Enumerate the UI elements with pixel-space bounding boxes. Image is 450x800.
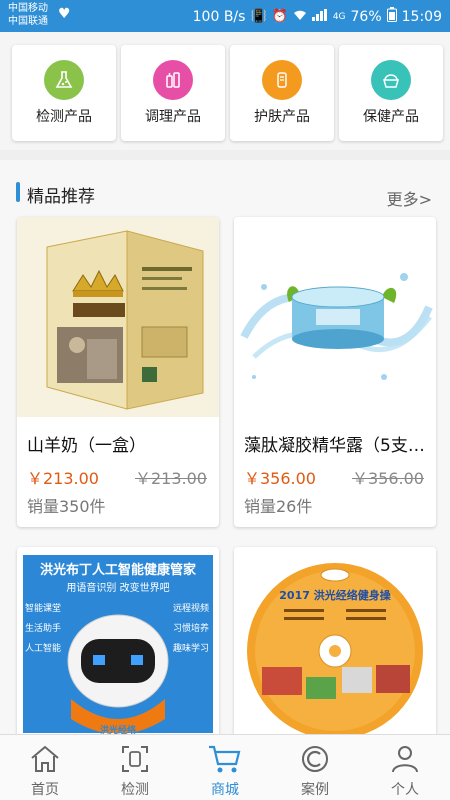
category-health[interactable]: 保健产品 (339, 45, 443, 141)
robot-illustration (67, 614, 169, 733)
product-old-price: ￥213.00 (135, 469, 207, 488)
section-title: 精品推荐 (27, 187, 95, 207)
case-icon (302, 746, 328, 772)
more-link[interactable]: 更多> (387, 186, 432, 210)
banner-brand: 洪光经络 (99, 726, 136, 734)
tab-detect[interactable]: 检测 (90, 735, 180, 800)
section-header: 精品推荐 更多> (0, 160, 450, 210)
feature-item: 智能课堂 (25, 604, 62, 614)
product-image-algae-gel (234, 217, 436, 417)
status-right: 100 B/s 📳 ⏰ 4G 76% 15:09 (193, 7, 442, 26)
product-price: ￥213.00 (27, 469, 99, 488)
carrier-1: 中国移动 (8, 3, 48, 14)
feature-item: 人工智能 (25, 644, 62, 654)
product-sales: 销量350件 (27, 497, 106, 516)
product-card[interactable]: 洪光布丁人工智能健康管家 用语音识别 改变世界吧 智能课堂 生活助手 人工智能 … (17, 547, 219, 734)
feature-item: 远程视频 (172, 604, 209, 614)
tab-label: 商城 (211, 782, 239, 798)
banner-subtitle: 用语音识别 改变世界吧 (66, 583, 170, 594)
cart-icon (209, 745, 241, 773)
feature-list-left: 智能课堂 生活助手 人工智能 (25, 599, 61, 659)
signal-icon (311, 8, 328, 25)
category-label: 护肤产品 (254, 109, 310, 125)
product-name: 山羊奶（一盒） (27, 436, 146, 456)
status-bar: 中国移动 中国联通 ♥ 100 B/s 📳 ⏰ 4G 76% 15:09 (0, 0, 450, 32)
cake-icon (371, 60, 411, 100)
category-skincare[interactable]: 护肤产品 (230, 45, 334, 141)
clock: 15:09 (401, 8, 442, 25)
tab-label: 案例 (301, 782, 329, 798)
category-testing[interactable]: 检测产品 (12, 45, 116, 141)
net-speed: 100 B/s (192, 8, 246, 25)
carrier-2: 中国联通 (8, 16, 48, 27)
battery-icon (386, 7, 397, 26)
tab-label: 首页 (31, 782, 59, 798)
network-type: 4G (332, 11, 346, 22)
cream-icon (262, 60, 302, 100)
feature-item: 习惯培养 (172, 624, 209, 634)
product-card[interactable]: 2017 洪光经络健身操 (234, 547, 436, 734)
product-old-price: ￥356.00 (352, 469, 424, 488)
vibrate-icon: 📳 (250, 9, 267, 24)
flask-icon (44, 60, 84, 100)
tab-label: 检测 (121, 782, 149, 798)
category-panel: 检测产品 调理产品 护肤产品 保健产品 (0, 32, 450, 150)
carrier-info: 中国移动 中国联通 (8, 2, 48, 28)
category-conditioning[interactable]: 调理产品 (121, 45, 225, 141)
bottom-tab-bar: 首页 检测 商城 案例 个人 (0, 734, 450, 800)
alarm-icon: ⏰ (271, 9, 288, 24)
banner-title: 洪光布丁人工智能健康管家 (39, 563, 196, 578)
category-label: 保健产品 (363, 109, 419, 125)
wifi-icon (293, 9, 307, 25)
tab-profile[interactable]: 个人 (360, 735, 450, 800)
disc-title: 2017 洪光经络健身操 (279, 589, 391, 602)
bottles-icon (153, 60, 193, 100)
product-image-dvd: 2017 洪光经络健身操 (234, 547, 436, 734)
feature-item: 趣味学习 (172, 644, 209, 654)
product-image-ai-robot: 洪光布丁人工智能健康管家 用语音识别 改变世界吧 智能课堂 生活助手 人工智能 … (17, 547, 219, 734)
category-label: 检测产品 (36, 109, 92, 125)
product-card[interactable]: 山羊奶（一盒） ￥213.00 ￥213.00 销量350件 (17, 217, 219, 527)
feature-item: 生活助手 (25, 624, 62, 634)
person-icon (392, 746, 418, 773)
product-price: ￥356.00 (244, 469, 316, 488)
tab-cases[interactable]: 案例 (270, 735, 360, 800)
feature-list-right: 远程视频 习惯培养 趣味学习 (173, 599, 209, 659)
tab-label: 个人 (391, 782, 419, 798)
tab-home[interactable]: 首页 (0, 735, 90, 800)
product-image-goat-milk (17, 217, 219, 417)
product-sales: 销量26件 (244, 497, 313, 516)
battery-level: 76% (350, 8, 382, 25)
category-label: 调理产品 (145, 109, 201, 125)
home-icon (31, 745, 59, 772)
recommended-section: 精品推荐 更多> 山羊奶（一盒） ￥213.00 ￥213.00 销量350件 … (0, 160, 450, 734)
section-accent-bar (16, 182, 20, 202)
tab-mall[interactable]: 商城 (180, 735, 270, 800)
product-name: 藻肽凝胶精华露（5支装） (244, 436, 429, 456)
scan-icon (122, 746, 148, 772)
heart-icon: ♥ (58, 6, 71, 22)
product-card[interactable]: 藻肽凝胶精华露（5支装） ￥356.00 ￥356.00 销量26件 (234, 217, 436, 527)
